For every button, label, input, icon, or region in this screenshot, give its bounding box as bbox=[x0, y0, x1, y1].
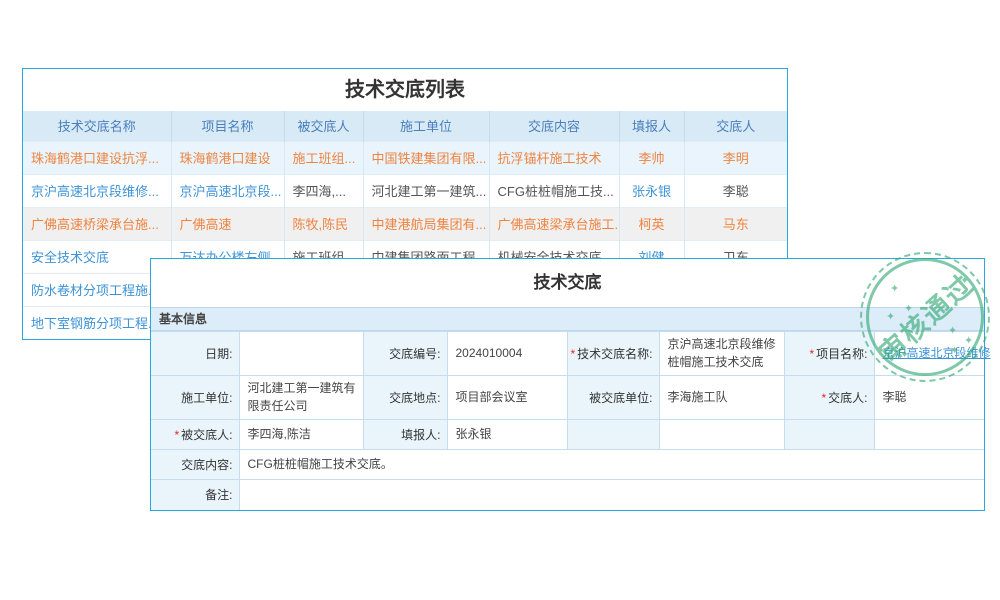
cell-disclosure-name[interactable]: 珠海鹤港口建设抗浮... bbox=[23, 141, 171, 174]
cell-discloser[interactable]: 马东 bbox=[684, 207, 787, 240]
cell-receiver: 李四海,... bbox=[284, 174, 363, 207]
cell-disclosure-name[interactable]: 京沪高速北京段维修... bbox=[23, 174, 171, 207]
column-header-project: 项目名称 bbox=[171, 111, 284, 141]
disclosure-name-label: *技术交底名称: bbox=[567, 332, 659, 376]
form-table: 日期: 交底编号: 2024010004 *技术交底名称: 京沪高速北京段维修桩… bbox=[151, 331, 984, 510]
filler-value: 张永银 bbox=[447, 420, 567, 450]
content-value: CFG桩桩帽施工技术交底。 bbox=[239, 450, 984, 480]
cell-content: CFG桩桩帽施工技... bbox=[489, 174, 619, 207]
project-name-value: 京沪高速北京段维修 bbox=[874, 332, 984, 376]
location-value: 项目部会议室 bbox=[447, 376, 567, 420]
cell-disclosure-name[interactable]: 地下室钢筋分项工程... bbox=[23, 306, 171, 339]
form-row: *被交底人: 李四海,陈洁 填报人: 张永银 bbox=[151, 420, 984, 450]
required-marker: * bbox=[821, 391, 826, 405]
form-row: 日期: 交底编号: 2024010004 *技术交底名称: 京沪高速北京段维修桩… bbox=[151, 332, 984, 376]
disclosure-name-value: 京沪高速北京段维修桩帽施工技术交底 bbox=[659, 332, 784, 376]
remark-value bbox=[239, 480, 984, 510]
empty-label-cell bbox=[784, 420, 874, 450]
section-header-basic-info: 基本信息 bbox=[151, 307, 984, 331]
page: 技术交底列表 技术交底名称 项目名称 被交底人 施工单位 交底内容 填报人 交底… bbox=[0, 0, 1000, 600]
cell-unit[interactable]: 中建港航局集团有... bbox=[363, 207, 489, 240]
form-row-content: 交底内容: CFG桩桩帽施工技术交底。 bbox=[151, 450, 984, 480]
column-header-discloser: 交底人 bbox=[684, 111, 787, 141]
disclosure-form-panel: 技术交底 基本信息 日期: 交底编号: 2024010004 *技术交底名称: … bbox=[150, 258, 985, 511]
table-row[interactable]: 珠海鹤港口建设抗浮... 珠海鹤港口建设 施工班组... 中国铁建集团有限...… bbox=[23, 141, 787, 174]
empty-label-cell bbox=[567, 420, 659, 450]
required-marker: * bbox=[570, 347, 575, 361]
column-header-name: 技术交底名称 bbox=[23, 111, 171, 141]
receiving-unit-value: 李海施工队 bbox=[659, 376, 784, 420]
cell-project-name[interactable]: 珠海鹤港口建设 bbox=[171, 141, 284, 174]
table-row[interactable]: 广佛高速桥梁承台施... 广佛高速 陈牧,陈民 中建港航局集团有... 广佛高速… bbox=[23, 207, 787, 240]
cell-content[interactable]: 抗浮锚杆施工技术 bbox=[489, 141, 619, 174]
cell-disclosure-name[interactable]: 广佛高速桥梁承台施... bbox=[23, 207, 171, 240]
receiver-label: *被交底人: bbox=[151, 420, 239, 450]
remark-label: 备注: bbox=[151, 480, 239, 510]
project-name-label: *项目名称: bbox=[784, 332, 874, 376]
cell-unit: 河北建工第一建筑... bbox=[363, 174, 489, 207]
cell-content[interactable]: 广佛高速梁承台施工... bbox=[489, 207, 619, 240]
discloser-value: 李聪 bbox=[874, 376, 984, 420]
disclosure-no-label: 交底编号: bbox=[363, 332, 447, 376]
location-label: 交底地点: bbox=[363, 376, 447, 420]
column-header-content: 交底内容 bbox=[489, 111, 619, 141]
column-header-filler: 填报人 bbox=[619, 111, 684, 141]
cell-receiver[interactable]: 施工班组... bbox=[284, 141, 363, 174]
list-title: 技术交底列表 bbox=[23, 69, 787, 111]
form-row: 施工单位: 河北建工第一建筑有限责任公司 交底地点: 项目部会议室 被交底单位:… bbox=[151, 376, 984, 420]
cell-filler[interactable]: 李帅 bbox=[619, 141, 684, 174]
cell-disclosure-name[interactable]: 安全技术交底 bbox=[23, 240, 171, 273]
cell-unit[interactable]: 中国铁建集团有限... bbox=[363, 141, 489, 174]
cell-filler[interactable]: 柯英 bbox=[619, 207, 684, 240]
empty-value-cell bbox=[659, 420, 784, 450]
required-marker: * bbox=[809, 347, 814, 361]
cell-project-name[interactable]: 广佛高速 bbox=[171, 207, 284, 240]
content-label: 交底内容: bbox=[151, 450, 239, 480]
required-marker: * bbox=[174, 428, 179, 442]
date-value bbox=[239, 332, 363, 376]
cell-discloser[interactable]: 李明 bbox=[684, 141, 787, 174]
form-title: 技术交底 bbox=[151, 259, 984, 307]
construction-unit-value: 河北建工第一建筑有限责任公司 bbox=[239, 376, 363, 420]
receiving-unit-label: 被交底单位: bbox=[567, 376, 659, 420]
table-header-row: 技术交底名称 项目名称 被交底人 施工单位 交底内容 填报人 交底人 bbox=[23, 111, 787, 141]
cell-project-name[interactable]: 京沪高速北京段... bbox=[171, 174, 284, 207]
date-label: 日期: bbox=[151, 332, 239, 376]
cell-disclosure-name[interactable]: 防水卷材分项工程施... bbox=[23, 273, 171, 306]
filler-label: 填报人: bbox=[363, 420, 447, 450]
construction-unit-label: 施工单位: bbox=[151, 376, 239, 420]
column-header-unit: 施工单位 bbox=[363, 111, 489, 141]
project-link[interactable]: 京沪高速北京段维修 bbox=[883, 346, 991, 360]
column-header-receiver: 被交底人 bbox=[284, 111, 363, 141]
cell-receiver[interactable]: 陈牧,陈民 bbox=[284, 207, 363, 240]
form-row-remark: 备注: bbox=[151, 480, 984, 510]
table-row[interactable]: 京沪高速北京段维修... 京沪高速北京段... 李四海,... 河北建工第一建筑… bbox=[23, 174, 787, 207]
cell-discloser: 李聪 bbox=[684, 174, 787, 207]
receiver-value: 李四海,陈洁 bbox=[239, 420, 363, 450]
cell-filler[interactable]: 张永银 bbox=[619, 174, 684, 207]
disclosure-no-value: 2024010004 bbox=[447, 332, 567, 376]
discloser-label: *交底人: bbox=[784, 376, 874, 420]
empty-value-cell bbox=[874, 420, 984, 450]
